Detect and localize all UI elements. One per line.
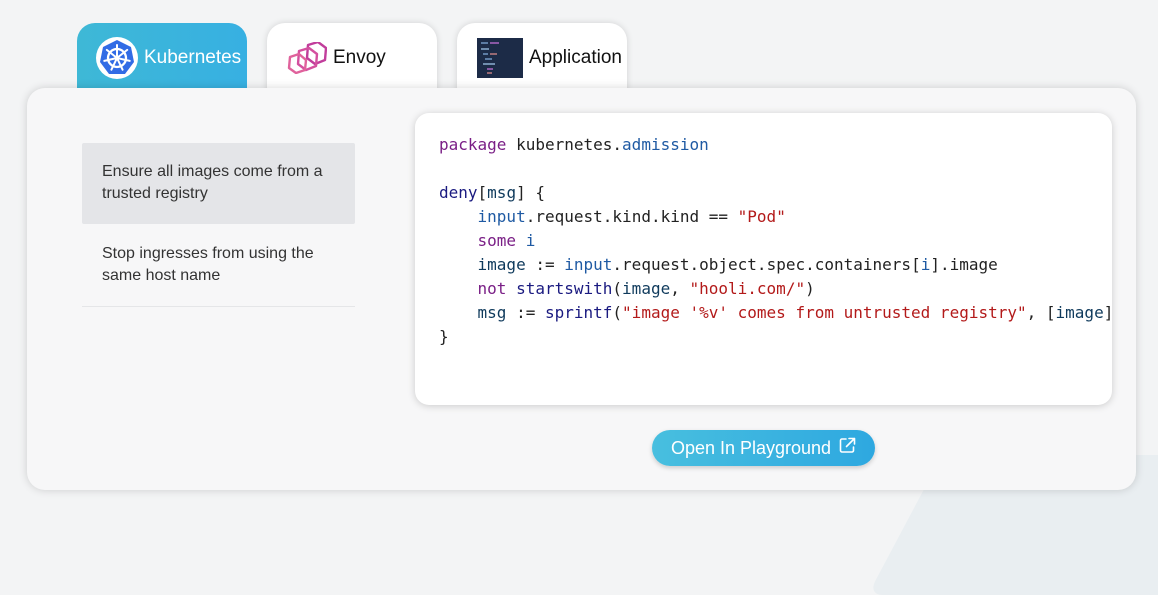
policy-item-ingress-host[interactable]: Stop ingresses from using the same host … (82, 224, 355, 307)
code-block: package kubernetes.admission deny[msg] {… (439, 133, 1112, 349)
external-link-icon (839, 437, 856, 459)
tab-envoy[interactable]: Envoy (267, 23, 437, 93)
code-line: package kubernetes.admission (439, 135, 709, 154)
code-editor: package kubernetes.admission deny[msg] {… (415, 113, 1112, 405)
tab-envoy-label: Envoy (333, 47, 386, 68)
envoy-logo-icon (287, 37, 328, 79)
code-line: input.request.kind.kind == "Pod" (477, 207, 786, 226)
policy-item-trusted-registry[interactable]: Ensure all images come from a trusted re… (82, 143, 355, 224)
code-line: } (439, 327, 449, 346)
code-line: some i (477, 231, 536, 250)
policy-list: Ensure all images come from a trusted re… (82, 143, 355, 307)
code-line: image := input.request.object.spec.conta… (477, 255, 998, 274)
tab-kubernetes-label: Kubernetes (144, 47, 242, 68)
application-thumbnail-icon (477, 37, 523, 83)
code-line: msg := sprintf("image '%v' comes from un… (477, 303, 1112, 322)
kubernetes-logo-icon (96, 37, 138, 84)
tab-application[interactable]: Application (457, 23, 627, 93)
code-line: deny[msg] { (439, 183, 545, 202)
code-line: not startswith(image, "hooli.com/") (477, 279, 815, 298)
tab-kubernetes[interactable]: Kubernetes (77, 23, 247, 93)
open-in-playground-button[interactable]: Open In Playground (652, 430, 875, 466)
tab-application-label: Application (529, 47, 622, 68)
open-in-playground-label: Open In Playground (670, 437, 832, 458)
